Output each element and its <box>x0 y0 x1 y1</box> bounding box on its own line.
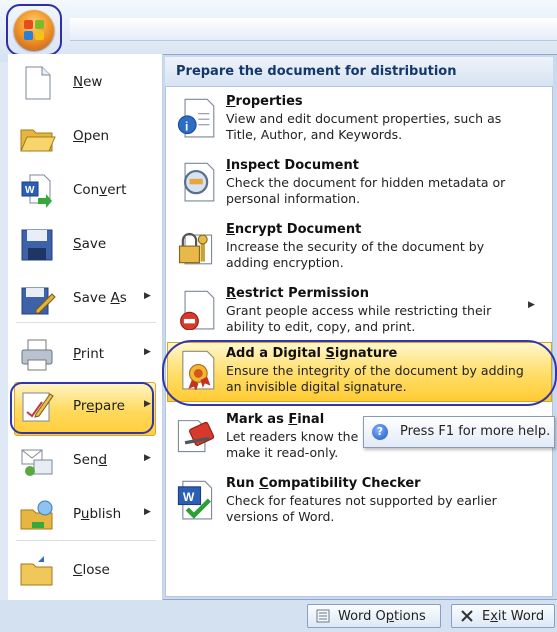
word-options-button[interactable]: Word Options <box>307 604 441 628</box>
menu-item-label: Send <box>73 452 108 468</box>
submenu-header-title: Prepare the document for distribution <box>176 64 457 79</box>
menu-item-save[interactable]: Save <box>8 220 156 270</box>
menu-item-label: Print <box>73 346 105 362</box>
menu-item-label: Convert <box>73 182 127 198</box>
restrict-permission-icon <box>174 288 216 331</box>
menu-item-label: New <box>73 74 103 90</box>
prepare-item-description: Check for features not supported by earl… <box>226 493 497 524</box>
office-logo-icon <box>24 20 44 40</box>
office-orb <box>14 10 54 50</box>
annotation-circle-signature <box>162 340 557 406</box>
word-options-icon <box>316 609 330 623</box>
menu-separator <box>16 540 156 541</box>
annotation-circle-prepare <box>10 382 154 434</box>
open-folder-icon <box>18 118 56 156</box>
properties-icon: i <box>174 96 216 138</box>
prepare-item-encrypt[interactable]: Encrypt Document Increase the security of… <box>170 218 550 280</box>
publish-icon <box>18 496 56 534</box>
tooltip-text: Press F1 for more help. <box>400 424 551 439</box>
menu-item-close[interactable]: Close <box>8 546 156 596</box>
printer-icon <box>18 336 56 374</box>
menu-item-label: Open <box>73 128 110 144</box>
menu-item-label: Save As <box>73 290 127 306</box>
save-as-icon <box>18 280 56 318</box>
quick-access-toolbar <box>70 18 557 41</box>
convert-document-icon: W <box>18 172 56 210</box>
exit-word-button[interactable]: Exit Word <box>451 604 555 628</box>
prepare-item-properties[interactable]: i Properties View and edit document proper… <box>170 90 550 152</box>
mark-final-icon <box>174 414 216 456</box>
prepare-item-description: Check the document for hidden metadata o… <box>226 175 506 206</box>
submenu-arrow-icon: ▶ <box>144 347 151 357</box>
prepare-item-description: Grant people access while restricting th… <box>226 303 492 334</box>
menu-item-new[interactable]: New <box>8 58 156 108</box>
prepare-item-description: Increase the security of the document by… <box>226 239 485 270</box>
send-icon <box>18 442 56 480</box>
svg-text:W: W <box>183 490 195 504</box>
submenu-arrow-icon: ▶ <box>144 507 151 517</box>
submenu-arrow-icon: ▶ <box>528 300 535 310</box>
svg-text:i: i <box>185 119 188 133</box>
help-icon: ? <box>372 424 388 440</box>
encrypt-document-icon <box>174 224 216 266</box>
menu-item-label: Publish <box>73 506 122 522</box>
menu-item-send[interactable]: Send ▶ <box>8 436 156 486</box>
submenu-header: Prepare the document for distribution <box>165 57 553 87</box>
prepare-item-title: Encrypt Document <box>226 222 362 237</box>
help-tooltip: ? Press F1 for more help. <box>363 416 555 448</box>
menu-item-save-as[interactable]: Save As ▶ <box>8 274 156 324</box>
word-options-label: Word Options <box>338 609 426 624</box>
menu-separator <box>16 322 156 323</box>
prepare-item-compat[interactable]: W Run Compatibility Checker Check for feat… <box>170 472 550 534</box>
prepare-item-title: Restrict Permission <box>226 286 369 301</box>
prepare-item-restrict[interactable]: Restrict Permission Grant people access w… <box>170 282 550 344</box>
save-icon <box>18 226 56 264</box>
menu-item-label: Close <box>73 562 110 578</box>
prepare-item-inspect[interactable]: Inspect Document Check the document for h… <box>170 154 550 216</box>
svg-text:W: W <box>25 185 35 196</box>
menu-item-publish[interactable]: Publish ▶ <box>8 490 156 540</box>
submenu-arrow-icon: ▶ <box>144 453 151 463</box>
compatibility-checker-icon: W <box>174 478 216 520</box>
prepare-item-title: Mark as Final <box>226 412 325 427</box>
menu-item-label: Save <box>73 236 107 252</box>
prepare-item-title: Run Compatibility Checker <box>226 476 421 491</box>
menu-item-print[interactable]: Print ▶ <box>8 330 156 380</box>
menu-item-open[interactable]: Open <box>8 112 156 162</box>
office-button[interactable] <box>6 4 62 56</box>
prepare-item-description: View and edit document properties, such … <box>226 111 502 142</box>
prepare-item-title: Properties <box>226 94 303 109</box>
prepare-item-title: Inspect Document <box>226 158 359 173</box>
submenu-arrow-icon: ▶ <box>144 291 151 301</box>
inspect-document-icon <box>174 160 216 202</box>
close-folder-icon <box>18 552 56 590</box>
exit-icon <box>461 610 473 622</box>
exit-word-label: Exit Word <box>482 609 545 624</box>
new-document-icon <box>18 64 56 102</box>
menu-item-convert[interactable]: W Convert <box>8 166 156 216</box>
